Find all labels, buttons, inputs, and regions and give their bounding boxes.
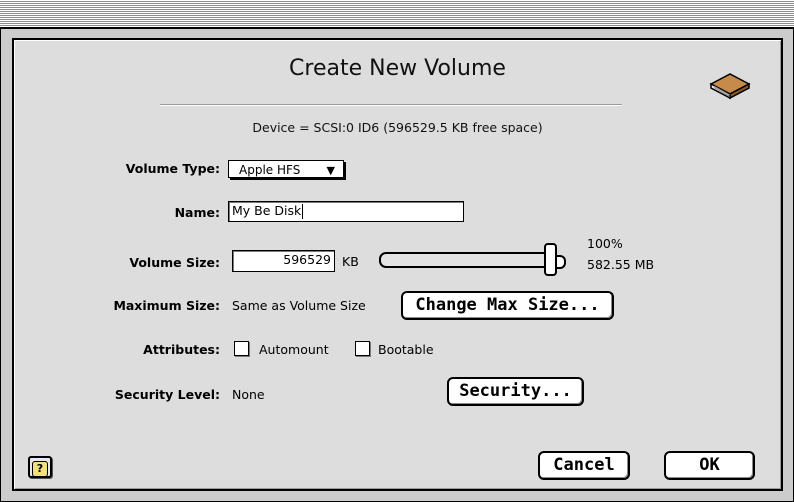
volume-size-value: 596529 <box>283 252 331 267</box>
title-divider <box>160 104 622 106</box>
text-cursor <box>302 204 304 219</box>
help-icon: ? <box>32 461 48 477</box>
attributes-label: Attributes: <box>143 342 220 357</box>
security-level-label: Security Level: <box>114 387 220 402</box>
help-button[interactable]: ? <box>28 456 52 478</box>
max-size-value: Same as Volume Size <box>232 298 366 313</box>
volume-mb: 582.55 MB <box>587 257 655 272</box>
ok-button[interactable]: OK <box>664 451 755 480</box>
name-value: My Be Disk <box>232 203 302 218</box>
dialog-window: Create New Volume Device = SCSI:0 ID6 (5… <box>0 28 794 502</box>
triangle-down-icon: ▼ <box>326 164 335 177</box>
volume-type-popup[interactable]: Apple HFS ▼ <box>228 160 344 178</box>
change-max-size-button[interactable]: Change Max Size... <box>401 291 614 320</box>
volume-size-slider-track[interactable] <box>379 252 554 268</box>
volume-type-value: Apple HFS <box>239 163 301 177</box>
volume-size-unit: KB <box>342 254 359 269</box>
cancel-button[interactable]: Cancel <box>538 451 630 480</box>
bootable-label: Bootable <box>378 342 434 357</box>
bootable-checkbox[interactable] <box>355 341 370 356</box>
volume-percent: 100% <box>587 236 623 251</box>
device-info: Device = SCSI:0 ID6 (596529.5 KB free sp… <box>252 120 543 135</box>
volume-size-slider-thumb[interactable] <box>544 243 566 276</box>
automount-label: Automount <box>259 342 329 357</box>
dialog-panel: Create New Volume Device = SCSI:0 ID6 (5… <box>12 38 783 491</box>
volume-book-icon <box>709 73 751 100</box>
automount-checkbox[interactable] <box>234 341 249 356</box>
window-titlebar[interactable] <box>0 0 794 28</box>
name-field[interactable]: My Be Disk <box>228 201 464 222</box>
security-button[interactable]: Security... <box>447 377 584 406</box>
volume-size-field[interactable]: 596529 <box>232 250 335 272</box>
dialog-title: Create New Volume <box>289 56 506 81</box>
volume-type-label: Volume Type: <box>125 161 220 176</box>
max-size-label: Maximum Size: <box>113 298 220 313</box>
volume-size-label: Volume Size: <box>129 255 220 270</box>
security-level-value: None <box>232 387 265 402</box>
name-label: Name: <box>174 205 220 220</box>
